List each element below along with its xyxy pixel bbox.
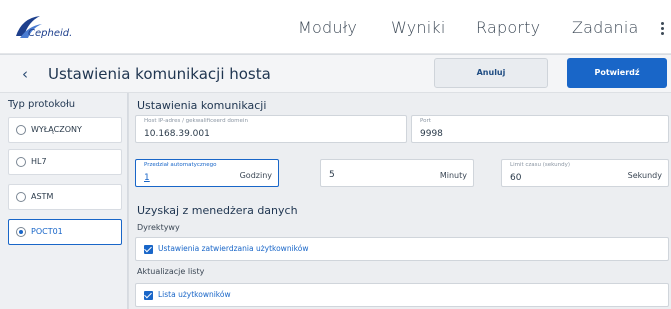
nav-wyniki[interactable]: Wyniki xyxy=(391,18,446,37)
port-field[interactable]: Port 9998 xyxy=(411,115,669,143)
checkbox-checked-icon[interactable] xyxy=(144,245,153,254)
protocol-option-disabled[interactable]: WYŁĄCZONY xyxy=(8,117,122,143)
settings-panel: Ustawienia komunikacji Host IP-adres / g… xyxy=(129,93,671,309)
minutes-value[interactable]: 5 xyxy=(329,170,335,180)
protocol-option-label: ASTM xyxy=(31,192,54,201)
cancel-button[interactable]: Anuluj xyxy=(434,58,548,88)
user-list-label: Lista użytkowników xyxy=(158,290,231,299)
user-approval-settings-label: Ustawienia zatwierdzania użytkowników xyxy=(158,244,309,253)
radio-icon[interactable] xyxy=(16,192,26,202)
page-title: Ustawienia komunikacji hosta xyxy=(48,65,271,83)
communication-settings-heading: Ustawienia komunikacji xyxy=(137,99,267,112)
nav-raporty[interactable]: Raporty xyxy=(476,18,540,37)
auto-interval-label: Przedział automatycznego xyxy=(144,162,217,168)
auto-interval-minutes-field[interactable]: 5 Minuty xyxy=(320,159,474,187)
directives-label: Dyrektywy xyxy=(137,223,180,232)
host-address-value[interactable]: 10.168.39.001 xyxy=(144,129,210,139)
protocol-sidebar: Typ protokołu WYŁĄCZONY HL7 ASTM POCT01 xyxy=(0,93,128,309)
protocol-option-hl7[interactable]: HL7 xyxy=(8,149,122,175)
hours-unit: Godziny xyxy=(239,171,272,180)
user-approval-settings-row[interactable]: Ustawienia zatwierdzania użytkowników xyxy=(135,237,669,261)
logo-text: Cepheid. xyxy=(28,28,73,39)
confirm-button[interactable]: Potwierdź xyxy=(567,58,667,88)
back-chevron-icon[interactable]: ‹ xyxy=(22,65,28,83)
checkbox-checked-icon[interactable] xyxy=(144,291,153,300)
list-updates-label: Aktualizacje listy xyxy=(137,267,205,276)
protocol-option-label: HL7 xyxy=(31,157,47,166)
protocol-option-label: WYŁĄCZONY xyxy=(31,125,82,134)
timeout-value[interactable]: 60 xyxy=(510,173,521,183)
protocol-type-heading: Typ protokołu xyxy=(8,99,76,110)
port-value[interactable]: 9998 xyxy=(420,129,443,139)
more-menu-icon[interactable] xyxy=(661,22,664,36)
radio-icon[interactable] xyxy=(16,125,26,135)
port-label: Port xyxy=(420,118,431,124)
protocol-option-label: POCT01 xyxy=(31,227,63,236)
protocol-option-poct01[interactable]: POCT01 xyxy=(8,219,122,245)
minutes-unit: Minuty xyxy=(439,171,467,180)
radio-selected-icon[interactable] xyxy=(16,227,26,237)
auto-interval-hours-field[interactable]: Przedział automatycznego 1 Godziny xyxy=(135,159,279,187)
seconds-unit: Sekundy xyxy=(627,171,662,180)
protocol-option-astm[interactable]: ASTM xyxy=(8,184,122,210)
host-address-label: Host IP-adres / gekwalificeerd domein xyxy=(144,118,248,124)
nav-moduly[interactable]: Moduły xyxy=(298,18,357,37)
timeout-label: Limit czasu (sekundy) xyxy=(510,162,571,168)
user-list-row[interactable]: Lista użytkowników xyxy=(135,283,669,307)
timeout-seconds-field[interactable]: Limit czasu (sekundy) 60 Sekundy xyxy=(501,159,669,187)
cepheid-logo: Cepheid. xyxy=(14,14,94,42)
radio-icon[interactable] xyxy=(16,157,26,167)
nav-zadania[interactable]: Zadania xyxy=(572,18,639,37)
host-address-field[interactable]: Host IP-adres / gekwalificeerd domein 10… xyxy=(135,115,407,143)
data-manager-heading: Uzyskaj z menedżera danych xyxy=(137,204,298,217)
auto-interval-value[interactable]: 1 xyxy=(144,173,150,183)
top-nav-bar: Cepheid. Moduły Wyniki Raporty Zadania xyxy=(0,0,671,54)
